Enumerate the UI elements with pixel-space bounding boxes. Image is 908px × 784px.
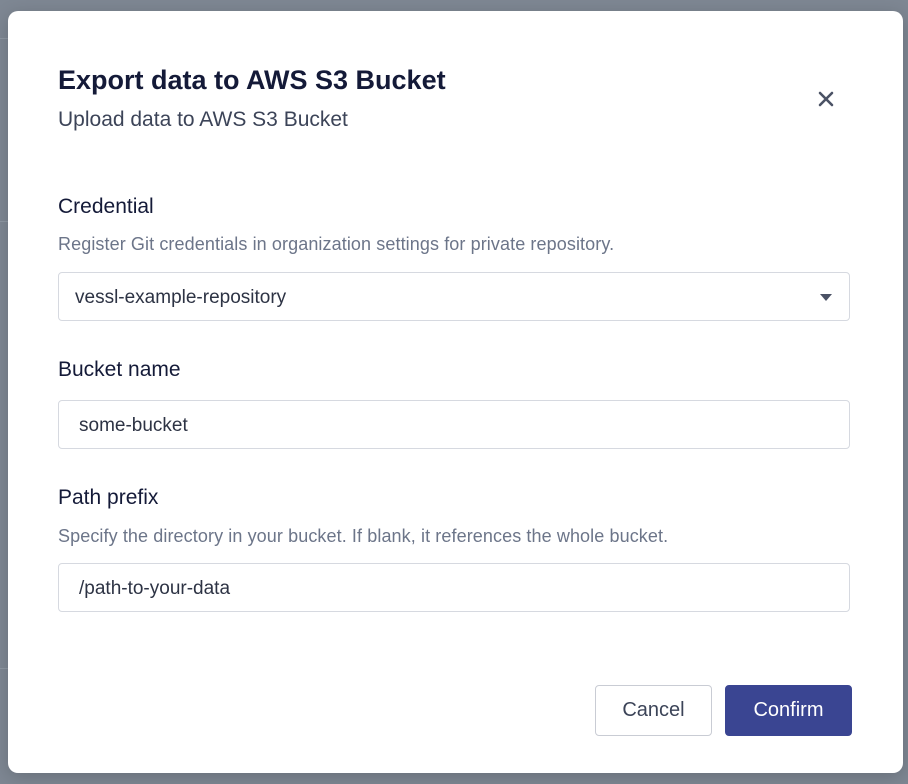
close-button[interactable] <box>812 85 840 113</box>
path-prefix-help-text: Specify the directory in your bucket. If… <box>58 526 669 546</box>
backdrop-edge <box>0 221 8 222</box>
caret-down-icon <box>820 294 832 301</box>
path-prefix-value: /path-to-your-data <box>79 578 231 599</box>
bucket-name-value: some-bucket <box>79 415 188 436</box>
credential-label: Credential <box>58 195 154 218</box>
path-prefix-input[interactable]: /path-to-your-data <box>58 563 850 612</box>
dialog-subtitle: Upload data to AWS S3 Bucket <box>58 108 348 131</box>
cancel-button[interactable]: Cancel <box>595 685 712 736</box>
credential-select[interactable]: vessl-example-repository <box>58 272 850 321</box>
confirm-button[interactable]: Confirm <box>725 685 852 736</box>
bucket-name-label: Bucket name <box>58 358 181 381</box>
path-prefix-label: Path prefix <box>58 486 159 509</box>
bucket-name-input[interactable]: some-bucket <box>58 400 850 449</box>
backdrop-edge <box>0 38 8 39</box>
close-icon <box>818 91 834 107</box>
export-dialog: Export data to AWS S3 Bucket Upload data… <box>8 11 903 773</box>
credential-help-text: Register Git credentials in organization… <box>58 234 615 254</box>
credential-selected-value: vessl-example-repository <box>75 287 287 308</box>
dialog-title: Export data to AWS S3 Bucket <box>58 65 446 95</box>
backdrop-edge <box>0 668 8 669</box>
